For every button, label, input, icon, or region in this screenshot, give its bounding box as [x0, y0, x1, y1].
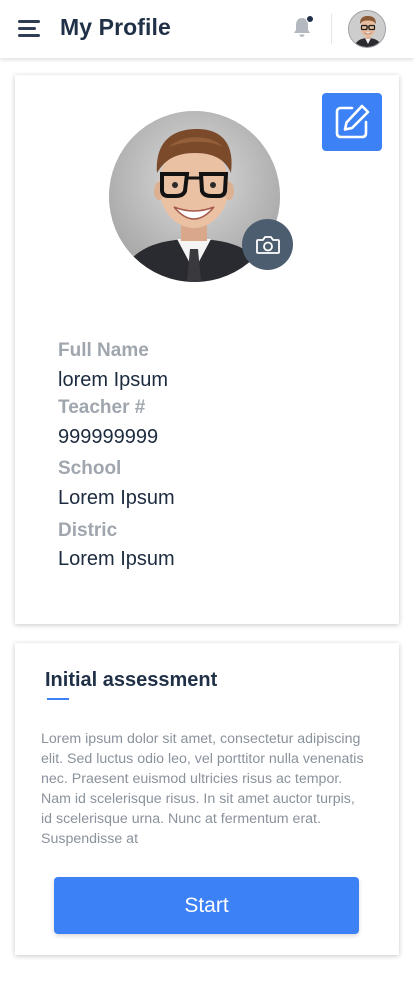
- edit-pencil-icon: [335, 104, 370, 139]
- camera-icon: [255, 235, 280, 254]
- profile-card: Full Name lorem Ipsum Teacher # 99999999…: [15, 75, 399, 624]
- change-photo-button[interactable]: [242, 219, 293, 270]
- district-label: Distric: [58, 520, 118, 541]
- avatar[interactable]: [348, 10, 386, 48]
- teacher-number-value: 999999999: [58, 426, 159, 448]
- teacher-number-label: Teacher #: [58, 397, 146, 418]
- school-label: School: [58, 458, 122, 479]
- full-name-value: lorem Ipsum: [58, 369, 169, 391]
- hamburger-menu-icon[interactable]: [18, 18, 42, 38]
- app-header: My Profile: [0, 0, 414, 58]
- district-value: Lorem Ipsum: [58, 548, 175, 570]
- bell-icon[interactable]: [292, 15, 314, 40]
- start-button[interactable]: Start: [54, 877, 359, 934]
- assessment-title: Initial assessment: [45, 669, 218, 691]
- edit-profile-button[interactable]: [322, 93, 382, 151]
- school-value: Lorem Ipsum: [58, 487, 175, 509]
- full-name-label: Full Name: [58, 340, 149, 361]
- title-underline: [47, 698, 69, 700]
- assessment-card: Initial assessment Lorem ipsum dolor sit…: [15, 643, 399, 955]
- notification-dot: [306, 15, 314, 23]
- assessment-description: Lorem ipsum dolor sit amet, consectetur …: [41, 731, 364, 847]
- page-title: My Profile: [60, 14, 171, 40]
- header-divider: [331, 14, 332, 44]
